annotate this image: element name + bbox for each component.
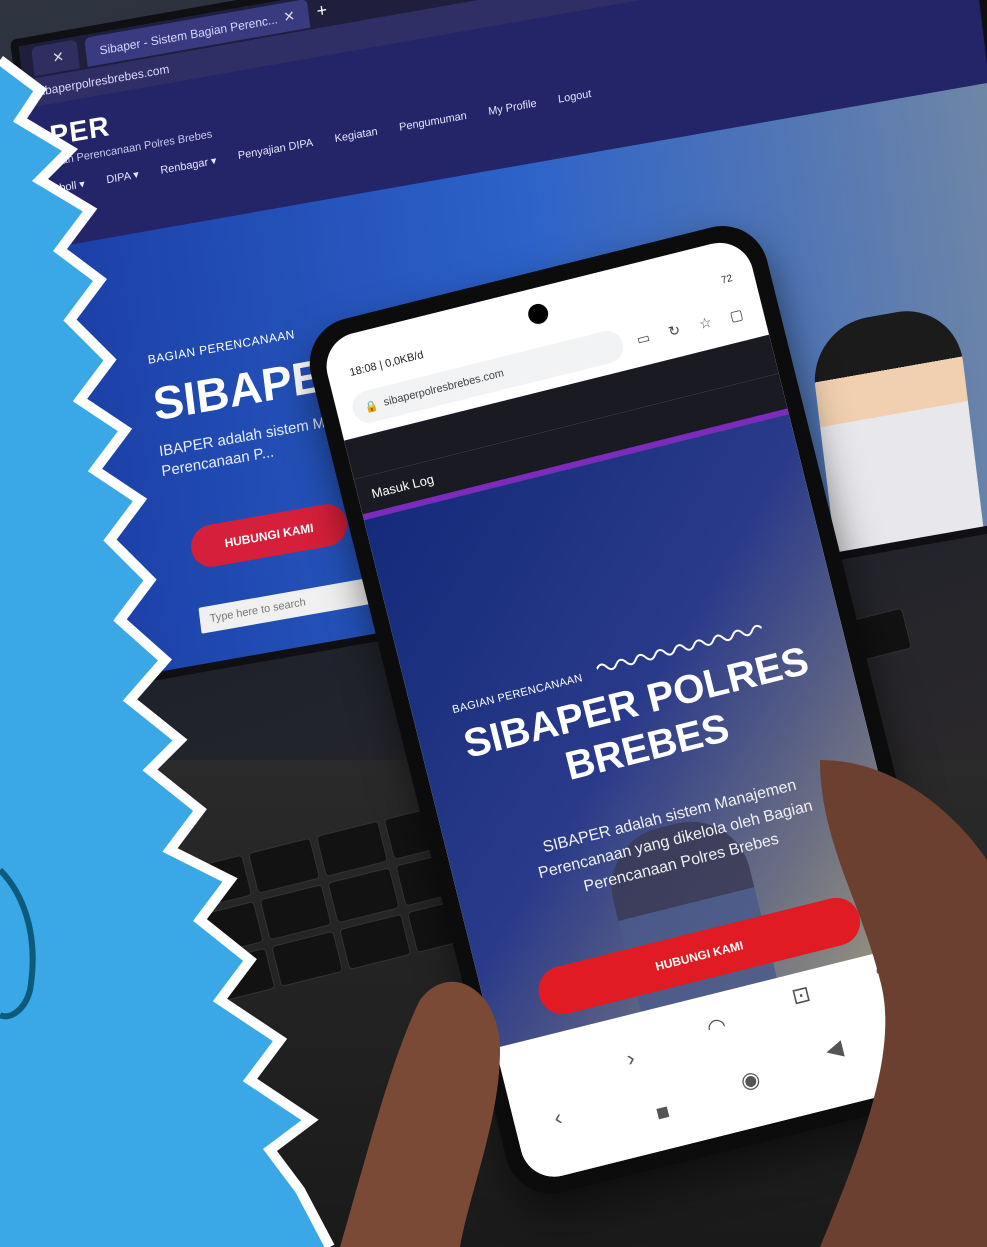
nav-item[interactable]: My Profile <box>488 98 538 119</box>
forward-icon[interactable]: › <box>624 1045 637 1072</box>
tabs-icon[interactable]: ▢ <box>723 302 750 329</box>
nav-item[interactable]: Renbagar ▾ <box>160 154 217 177</box>
back-icon[interactable]: ‹ <box>551 1105 564 1132</box>
refresh-icon[interactable]: ↻ <box>661 317 688 344</box>
star-icon[interactable]: ☆ <box>692 309 719 336</box>
nav-item[interactable]: tboll ▾ <box>56 177 86 195</box>
nav-item[interactable]: DIPA ▾ <box>106 168 140 187</box>
status-battery: 72 <box>720 273 734 287</box>
keyboard-key <box>191 901 264 958</box>
lock-icon: 🔒 <box>363 399 380 414</box>
keyboard-key <box>339 913 412 971</box>
keyboard-key <box>327 867 400 924</box>
nav-item[interactable]: Logout <box>557 88 592 107</box>
keyboard-key <box>259 884 332 941</box>
game-icon[interactable]: ⊡ <box>789 981 813 1011</box>
phone-url: sibaperpolresbrebes.com <box>382 367 506 409</box>
profile-icon[interactable]: ♙ <box>869 950 894 980</box>
nav-item[interactable]: Kegiatan <box>334 126 378 146</box>
recent-icon[interactable]: ■ <box>653 1098 672 1126</box>
home-icon[interactable]: ◉ <box>738 1065 763 1095</box>
nav-item[interactable]: Pengumuman <box>399 110 468 135</box>
login-link[interactable]: Masuk Log <box>370 471 435 501</box>
chat-icon[interactable]: ◠ <box>704 1012 729 1042</box>
browser-tab-inactive[interactable]: ✕ <box>30 39 80 76</box>
close-icon[interactable]: ✕ <box>51 47 65 65</box>
book-icon[interactable]: ▭ <box>630 325 657 352</box>
new-tab-icon[interactable]: + <box>315 0 328 22</box>
close-icon[interactable]: ✕ <box>282 7 296 25</box>
nav-item[interactable]: Penyajian DIPA <box>237 137 314 163</box>
keyboard-key <box>203 947 276 1004</box>
keyboard-key <box>271 930 344 987</box>
contact-button[interactable]: HUBUNGI KAMI <box>188 500 350 571</box>
triangle-back-icon[interactable]: ◀ <box>823 1034 846 1063</box>
